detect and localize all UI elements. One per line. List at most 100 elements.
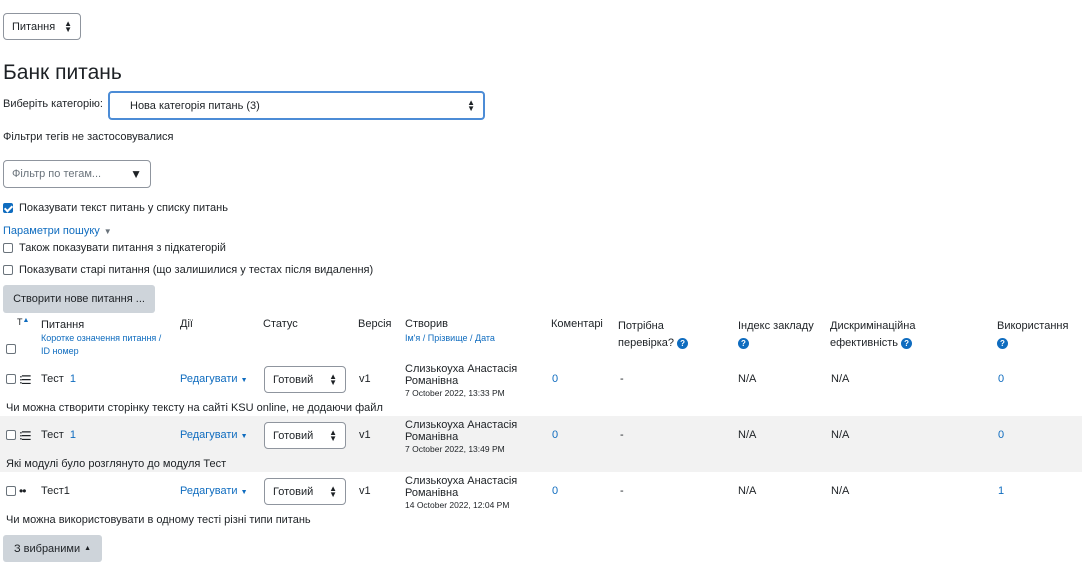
created-date: 14 October 2022, 12:04 PM [405, 500, 510, 510]
bulk-actions-label: З вибраними [13, 542, 81, 555]
question-id-link[interactable]: 1 [70, 429, 76, 441]
version-value: v1 [359, 373, 371, 385]
question-name: Тест 1 [41, 429, 76, 441]
help-icon[interactable]: ? [997, 337, 1008, 349]
needs-review-header: Потрібна перевірка?? [618, 318, 718, 352]
question-name: Тест 1 [41, 373, 76, 385]
multichoice-icon: ⁝☰ [19, 429, 32, 443]
caret-down-icon: ▼ [240, 489, 248, 496]
created-date: 7 October 2022, 13:49 PM [405, 444, 505, 454]
usage-link[interactable]: 1 [998, 485, 1004, 497]
tag-filter-note: Фільтри тегів не застосовувалися [3, 131, 174, 143]
caret-down-icon: ▼ [103, 226, 112, 236]
show-text-label: Показувати текст питань у списку питань [19, 202, 228, 214]
facility-index-value: N/A [738, 485, 757, 497]
usage-link[interactable]: 0 [998, 429, 1004, 441]
creator-cell: Слизькоуха Анастасія Романівна 7 October… [405, 419, 535, 455]
discrimination-value: N/A [831, 485, 850, 497]
question-name-text: Тест [41, 429, 64, 441]
question-header: Питання Коротке означення питання / ID н… [41, 318, 171, 358]
caret-down-icon: ▼ [130, 167, 142, 181]
created-by-sort-link[interactable]: Ім'я / Прізвище / Дата [405, 333, 495, 343]
facility-index-value: N/A [738, 373, 757, 385]
question-id-link[interactable]: 1 [70, 373, 76, 385]
row-checkbox[interactable] [6, 486, 16, 496]
select-all-checkbox[interactable] [6, 344, 16, 354]
comments-link[interactable]: 0 [552, 429, 558, 441]
help-icon[interactable]: ? [901, 337, 913, 349]
tag-filter-select[interactable]: Фільтр по тегам... ▼ [3, 160, 151, 188]
status-header: Статус [263, 318, 298, 330]
subcats-option: Також показувати питання з підкатегорій [3, 242, 226, 254]
question-text: Чи можна створити сторінку тексту на сай… [6, 402, 383, 414]
subcats-label: Також показувати питання з підкатегорій [19, 242, 226, 254]
created-by-header: Створив Ім'я / Прізвище / Дата [405, 318, 495, 343]
search-params-toggle[interactable]: Параметри пошуку ▼ [3, 225, 112, 237]
question-name-text: Тест [41, 373, 64, 385]
actions-header: Дії [180, 318, 193, 330]
status-select[interactable]: Готовий ▲ ▼ [264, 422, 346, 449]
comments-link[interactable]: 0 [552, 485, 558, 497]
nav-select-value: Питання [12, 20, 56, 33]
help-icon[interactable]: ? [677, 337, 689, 349]
creator-cell: Слизькоуха Анастасія Романівна 7 October… [405, 363, 535, 399]
facility-index-label: Індекс закладу [738, 320, 814, 332]
edit-menu[interactable]: Редагувати ▼ [180, 429, 248, 441]
facility-index-header: Індекс закладу? [738, 318, 828, 352]
caret-down-icon: ▼ [240, 377, 248, 384]
subcats-checkbox[interactable] [3, 243, 13, 253]
truefalse-icon: •• [19, 484, 26, 498]
discrimination-value: N/A [831, 429, 850, 441]
status-select[interactable]: Готовий ▲ ▼ [264, 478, 346, 505]
comments-link[interactable]: 0 [552, 373, 558, 385]
sort-asc-icon: ▲ [22, 317, 30, 324]
edit-menu-label: Редагувати [180, 429, 238, 441]
edit-menu[interactable]: Редагувати ▼ [180, 373, 248, 385]
old-questions-label: Показувати старі питання (що залишилися … [19, 264, 374, 276]
row-checkbox[interactable] [6, 374, 16, 384]
old-questions-option: Показувати старі питання (що залишилися … [3, 264, 373, 276]
creator-name: Слизькоуха Анастасія Романівна [405, 419, 518, 443]
edit-menu-label: Редагувати [180, 373, 238, 385]
select-arrows-icon: ▲ ▼ [329, 483, 337, 499]
usage-header: Використання? [997, 318, 1082, 352]
facility-index-value: N/A [738, 429, 757, 441]
question-name: Тест1 [41, 485, 70, 497]
category-select-value: Нова категорія питань (3) [130, 99, 260, 112]
show-text-checkbox[interactable] [3, 203, 13, 213]
search-params-label: Параметри пошуку [3, 225, 100, 237]
show-text-option: Показувати текст питань у списку питань [3, 202, 228, 214]
discrimination-value: N/A [831, 373, 850, 385]
row-checkbox[interactable] [6, 430, 16, 440]
created-date: 7 October 2022, 13:33 PM [405, 388, 505, 398]
caret-down-icon: ▼ [240, 433, 248, 440]
edit-menu[interactable]: Редагувати ▼ [180, 485, 248, 497]
usage-link[interactable]: 0 [998, 373, 1004, 385]
sort-type-header[interactable]: T▲ [17, 317, 29, 327]
select-arrows-icon: ▲ ▼ [64, 18, 72, 34]
needs-review-value: - [620, 485, 624, 497]
select-all-checkbox-wrap [6, 344, 16, 357]
create-question-button[interactable]: Створити нове питання ... [3, 285, 155, 313]
question-sort-link[interactable]: Коротке означення питання / ID номер [41, 332, 171, 358]
creator-name: Слизькоуха Анастасія Романівна [405, 475, 518, 499]
status-select[interactable]: Готовий ▲ ▼ [264, 366, 346, 393]
version-header: Версія [358, 318, 392, 330]
question-name-text: Тест1 [41, 485, 70, 497]
version-value: v1 [359, 485, 371, 497]
table-row: ⁝☰ Тест 1 Редагувати ▼ Готовий ▲ ▼ v1 Сли… [0, 360, 1082, 416]
category-label: Виберіть категорію: [3, 98, 103, 110]
status-value: Готовий [273, 429, 314, 442]
category-select[interactable]: Нова категорія питань (3) ▲ ▼ [108, 91, 485, 120]
help-icon[interactable]: ? [738, 337, 749, 349]
old-questions-checkbox[interactable] [3, 265, 13, 275]
caret-up-icon: ▲ [84, 545, 92, 552]
table-row: •• Тест1 Редагувати ▼ Готовий ▲ ▼ v1 Слиз… [0, 472, 1082, 528]
bulk-actions-button[interactable]: З вибраними ▲ [3, 535, 102, 562]
question-bank-nav-select[interactable]: Питання ▲ ▼ [3, 13, 81, 40]
edit-menu-label: Редагувати [180, 485, 238, 497]
select-arrows-icon: ▲ ▼ [329, 371, 337, 387]
question-text: Які модулі було розглянуто до модуля Тес… [6, 458, 227, 470]
comments-header: Коментарі [551, 318, 603, 330]
needs-review-label: Потрібна перевірка? [618, 320, 675, 349]
